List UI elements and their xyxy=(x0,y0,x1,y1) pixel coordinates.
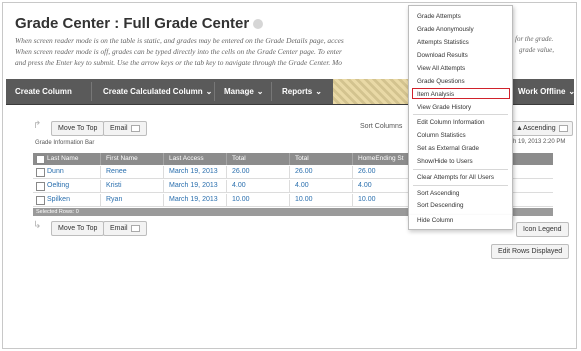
sort-ascending-select[interactable]: ▲Ascending xyxy=(511,121,573,136)
row-checkbox[interactable] xyxy=(36,182,45,191)
cell-home-ending[interactable]: 10.00 xyxy=(358,194,376,206)
move-down-arrow-icon: ↳ xyxy=(33,220,42,231)
cell-total[interactable]: 10.00 xyxy=(232,194,250,206)
email-button-bottom[interactable]: Email xyxy=(103,221,147,236)
menu-item-view-all-attempts[interactable]: View All Attempts xyxy=(417,65,465,72)
menu-item-download-results[interactable]: Download Results xyxy=(417,52,468,59)
chevron-down-icon: ⌄ xyxy=(256,87,264,96)
menu-item-item-analysis[interactable]: Item Analysis xyxy=(417,91,454,98)
column-context-menu: Grade Attempts Grade Anonymously Attempt… xyxy=(408,5,513,217)
work-offline-menu[interactable]: Work Offline ⌄ xyxy=(518,79,575,104)
icon-legend-button[interactable]: Icon Legend xyxy=(516,222,569,237)
cell-last-access[interactable]: March 19, 2013 xyxy=(169,166,218,178)
mail-icon xyxy=(130,224,140,232)
manage-menu[interactable]: Manage ⌄ xyxy=(224,79,264,104)
menu-item-set-as-external-grade[interactable]: Set as External Grade xyxy=(417,145,479,152)
column-header-total-2[interactable]: Total xyxy=(295,153,309,165)
menu-item-grade-attempts[interactable]: Grade Attempts xyxy=(417,13,461,20)
mail-icon xyxy=(130,124,140,132)
grade-center-window: Grade Center : Full Grade Center When sc… xyxy=(2,2,577,349)
cell-total-2[interactable]: 10.00 xyxy=(295,194,313,206)
cell-last-name[interactable]: Oelting xyxy=(47,180,69,192)
column-header-home-ending[interactable]: HomeEnding St xyxy=(358,153,404,165)
hatched-divider xyxy=(333,79,408,104)
cell-last-access[interactable]: March 19, 2013 xyxy=(169,180,218,192)
info-icon[interactable] xyxy=(253,19,264,30)
row-checkbox[interactable] xyxy=(36,168,45,177)
cell-total[interactable]: 26.00 xyxy=(232,166,250,178)
instruction-tail-1: for the grade. xyxy=(515,35,554,43)
menu-item-hide-column[interactable]: Hide Column xyxy=(417,217,453,224)
menu-item-column-statistics[interactable]: Column Statistics xyxy=(417,132,466,139)
chevron-down-icon: ⌄ xyxy=(205,87,213,96)
create-column-button[interactable]: Create Column xyxy=(15,79,72,104)
reports-menu[interactable]: Reports ⌄ xyxy=(282,79,322,104)
column-header-first-name[interactable]: First Name xyxy=(106,153,138,165)
select-all-checkbox[interactable] xyxy=(36,155,45,164)
page-title: Grade Center : Full Grade Center xyxy=(15,15,264,32)
cell-total[interactable]: 4.00 xyxy=(232,180,246,192)
column-header-last-name[interactable]: Last Name xyxy=(47,153,78,165)
cell-first-name[interactable]: Kristi xyxy=(106,180,122,192)
cell-total-2[interactable]: 4.00 xyxy=(295,180,309,192)
menu-item-show-hide-to-users[interactable]: Show/Hide to Users xyxy=(417,158,473,165)
cell-home-ending[interactable]: 4.00 xyxy=(358,180,372,192)
column-header-total[interactable]: Total xyxy=(232,153,246,165)
menu-item-edit-column-information[interactable]: Edit Column Information xyxy=(417,119,485,126)
menu-item-sort-ascending[interactable]: Sort Ascending xyxy=(417,190,459,197)
menu-item-clear-attempts[interactable]: Clear Attempts for All Users xyxy=(417,174,494,181)
chevron-down-icon: ⌄ xyxy=(315,87,322,96)
menu-item-grade-questions[interactable]: Grade Questions xyxy=(417,78,465,85)
email-button[interactable]: Email xyxy=(103,121,147,136)
instruction-tail-2: grade value, xyxy=(519,46,554,54)
chevron-down-icon: ⌄ xyxy=(568,87,576,96)
dropdown-icon xyxy=(558,124,568,132)
cell-last-name[interactable]: Dunn xyxy=(47,166,64,178)
cell-total-2[interactable]: 26.00 xyxy=(295,166,313,178)
sort-columns-label: Sort Columns xyxy=(360,123,403,130)
menu-item-attempts-statistics[interactable]: Attempts Statistics xyxy=(417,39,469,46)
cell-first-name[interactable]: Ryan xyxy=(106,194,122,206)
last-saved-timestamp: h 19, 2013 2:20 PM xyxy=(513,139,566,145)
cell-first-name[interactable]: Renee xyxy=(106,166,127,178)
menu-item-sort-descending[interactable]: Sort Descending xyxy=(417,202,464,209)
page-title-text: Grade Center : Full Grade Center xyxy=(15,15,250,32)
create-calculated-column-menu[interactable]: Create Calculated Column ⌄ xyxy=(103,79,212,104)
move-up-arrow-icon: ↱ xyxy=(33,120,42,131)
grade-information-bar: Grade Information Bar xyxy=(35,140,95,146)
cell-home-ending[interactable]: 26.00 xyxy=(358,166,376,178)
move-to-top-button-bottom[interactable]: Move To Top xyxy=(51,221,105,236)
cell-last-access[interactable]: March 19, 2013 xyxy=(169,194,218,206)
cell-last-name[interactable]: Spilken xyxy=(47,194,70,206)
column-context-menu-tail: Hide Column xyxy=(408,215,513,230)
column-header-last-access[interactable]: Last Access xyxy=(169,153,204,165)
menu-item-grade-anonymously[interactable]: Grade Anonymously xyxy=(417,26,474,33)
move-to-top-button[interactable]: Move To Top xyxy=(51,121,105,136)
row-checkbox[interactable] xyxy=(36,196,45,205)
menu-item-view-grade-history[interactable]: View Grade History xyxy=(417,104,471,111)
edit-rows-displayed-button[interactable]: Edit Rows Displayed xyxy=(491,244,570,259)
